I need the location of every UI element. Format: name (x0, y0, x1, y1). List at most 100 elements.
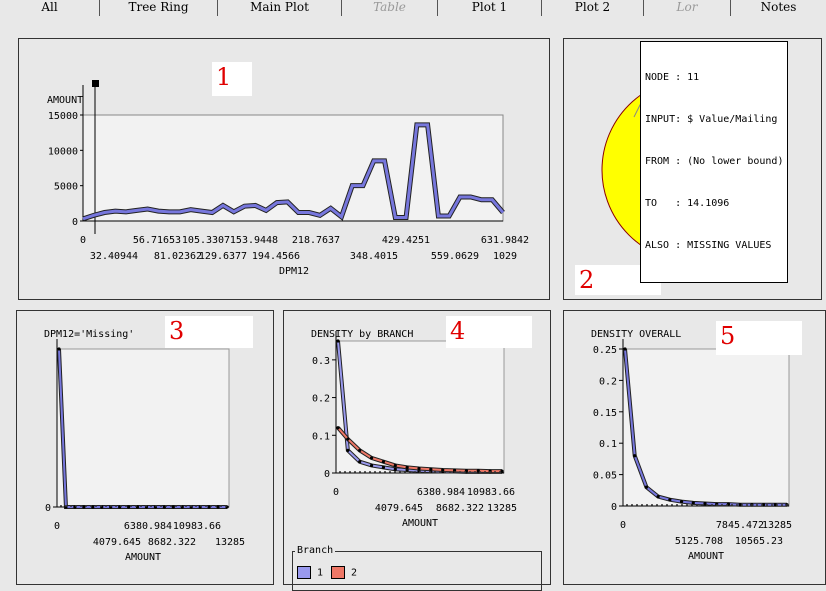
branch-density-panel: 0 0.1 0.2 0.3 0 6380.984 10983.66 4079.645 8682.… (283, 310, 551, 591)
baseline-mark (125, 505, 127, 507)
chart-title: DPM12='Missing' (44, 329, 134, 340)
tab-main-plot[interactable]: Main Plot (218, 0, 342, 16)
baseline-mark (626, 504, 628, 506)
x-tick-label: 6380.984 (124, 521, 172, 532)
baseline-mark (671, 504, 673, 506)
branch-legend: Branch 1 2 (292, 545, 542, 591)
baseline-mark (195, 505, 197, 507)
baseline-mark (115, 505, 117, 507)
tab-notes[interactable]: Notes (731, 0, 826, 16)
baseline-mark (344, 471, 346, 473)
baseline-mark (651, 504, 653, 506)
x-tick-label: 0 (54, 521, 60, 532)
data-point (346, 448, 350, 452)
y-tick-label: 0 (324, 469, 330, 480)
baseline-mark (464, 471, 466, 473)
plot-area (622, 348, 790, 507)
baseline-mark (130, 505, 132, 507)
baseline-mark (364, 471, 366, 473)
legend-swatch (331, 566, 345, 579)
data-point (691, 501, 695, 505)
tab-tree-ring[interactable]: Tree Ring (100, 0, 218, 16)
tab-all[interactable]: All (0, 0, 100, 16)
baseline-mark (691, 504, 693, 506)
baseline-mark (374, 471, 376, 473)
baseline-mark (499, 471, 501, 473)
x-tick-label: 559.0629 (431, 251, 479, 262)
node-tooltip: NODE : 11 INPUT: $ Value/Mailing FROM : … (640, 41, 789, 283)
baseline-mark (776, 504, 778, 506)
baseline-mark (731, 504, 733, 506)
baseline-mark (60, 505, 62, 507)
baseline-mark (494, 471, 496, 473)
tooltip-line: ALSO : MISSING VALUES (645, 240, 772, 251)
y-tick-label: 0 (611, 502, 617, 513)
panel-number-4: 4 (446, 316, 532, 348)
baseline-mark (190, 505, 192, 507)
baseline-mark (65, 505, 67, 507)
baseline-mark (444, 471, 446, 473)
baseline-mark (95, 505, 97, 507)
baseline-mark (449, 471, 451, 473)
x-tick-label: 5125.708 (675, 536, 723, 547)
x-tick-label: 218.7637 (292, 235, 340, 246)
baseline-mark (100, 505, 102, 507)
x-tick-label: 13285 (487, 503, 517, 514)
x-tick-label: 194.4566 (252, 251, 300, 262)
data-point (441, 468, 445, 472)
tab-bar: All Tree Ring Main Plot Table Plot 1 Plo… (0, 0, 826, 16)
baseline-mark (641, 504, 643, 506)
x-tick-label: 1029 (493, 251, 517, 262)
baseline-mark (369, 471, 371, 473)
tooltip-line: NODE : 11 (645, 72, 700, 83)
x-tick-label: 0 (80, 235, 86, 246)
baseline-mark (384, 471, 386, 473)
x-tick-label: 7845.472 (716, 520, 764, 531)
x-tick-label: 4079.645 (93, 537, 141, 548)
baseline-mark (75, 505, 77, 507)
tab-plot-2[interactable]: Plot 2 (542, 0, 644, 16)
data-point (405, 465, 409, 469)
baseline-mark (721, 504, 723, 506)
baseline-mark (165, 505, 167, 507)
data-point (336, 426, 340, 430)
x-tick-label: 32.40944 (90, 251, 138, 262)
x-tick-label: 10565.23 (735, 536, 783, 547)
baseline-mark (394, 471, 396, 473)
baseline-mark (399, 471, 401, 473)
baseline-mark (135, 505, 137, 507)
baseline-mark (439, 471, 441, 473)
tab-plot-1[interactable]: Plot 1 (438, 0, 542, 16)
x-tick-label: 631.9842 (481, 235, 529, 246)
baseline-mark (160, 505, 162, 507)
baseline-mark (180, 505, 182, 507)
baseline-mark (424, 471, 426, 473)
legend-title: Branch (295, 545, 336, 556)
tab-lor[interactable]: Lor (644, 0, 731, 16)
baseline-mark (746, 504, 748, 506)
baseline-mark (155, 505, 157, 507)
baseline-mark (220, 505, 222, 507)
plot-area (56, 348, 230, 508)
data-point (346, 437, 350, 441)
y-tick-label: 10000 (48, 146, 78, 157)
baseline-mark (631, 504, 633, 506)
y-tick-label: 0.1 (599, 439, 617, 450)
y-tick-label: 0 (72, 217, 78, 228)
y-tick-label: 0.3 (312, 356, 330, 367)
legend-label: 2 (351, 567, 358, 579)
data-point (623, 347, 627, 351)
x-tick-label: 10983.66 (173, 521, 221, 532)
chart-title: DENSITY by BRANCH (311, 329, 413, 340)
y-tick-label: 0.15 (593, 408, 617, 419)
x-tick-label: 429.4251 (382, 235, 430, 246)
data-point (679, 500, 684, 504)
baseline-mark (676, 504, 678, 506)
tab-table[interactable]: Table (342, 0, 438, 16)
data-point (358, 448, 362, 452)
baseline-mark (120, 505, 122, 507)
baseline-mark (771, 504, 773, 506)
y-tick-label: 0.1 (312, 431, 330, 442)
x-axis-label: AMOUNT (402, 518, 438, 529)
baseline-mark (479, 471, 481, 473)
